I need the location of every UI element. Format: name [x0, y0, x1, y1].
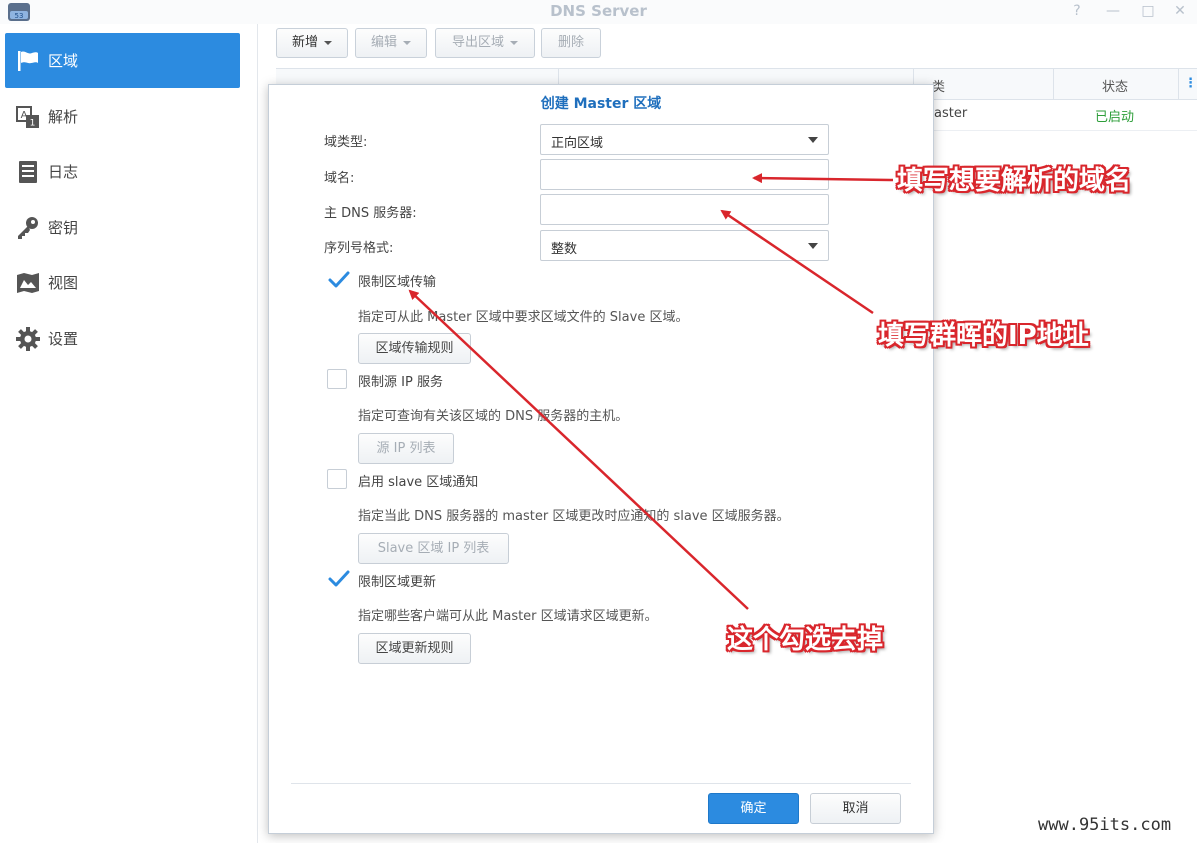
limit-update-label[interactable]: 限制区域更新 [358, 571, 436, 590]
delete-button[interactable]: 删除 [541, 28, 601, 58]
chevron-down-icon [510, 40, 518, 45]
sidebar-item-settings[interactable]: 设置 [5, 311, 240, 366]
sidebar-item-label: 视图 [48, 274, 79, 292]
domain-type-label: 域类型: [324, 135, 368, 150]
dialog-footer-divider [291, 783, 911, 784]
ok-button[interactable]: 确定 [708, 793, 799, 824]
limit-transfer-checkbox[interactable] [327, 270, 350, 290]
export-zone-button-label: 导出区域 [451, 35, 504, 50]
domain-name-input[interactable] [540, 159, 829, 190]
edit-button[interactable]: 编辑 [355, 28, 427, 58]
chevron-down-icon [324, 40, 332, 45]
map-icon [15, 270, 41, 296]
column-menu-icon[interactable]: ⋮ [1184, 76, 1197, 91]
transfer-rules-button[interactable]: 区域传输规则 [358, 333, 471, 364]
limit-source-ip-checkbox[interactable] [327, 369, 347, 389]
sidebar-item-label: 密钥 [48, 219, 79, 237]
add-button[interactable]: 新增 [276, 28, 348, 58]
sidebar-item-label: 区域 [48, 52, 79, 70]
minimize-icon[interactable]: — [1098, 0, 1128, 22]
zone-type-cell: aster [934, 106, 968, 121]
slave-notify-desc: 指定当此 DNS 服务器的 master 区域更改时应通知的 slave 区域服… [358, 509, 790, 524]
sidebar-item-label: 日志 [48, 163, 79, 181]
limit-source-ip-label[interactable]: 限制源 IP 服务 [358, 371, 443, 390]
annotation-domain-note: 填写想要解析的域名 [897, 166, 1132, 196]
column-separator [1178, 69, 1179, 100]
resolve-icon: A1 [15, 104, 41, 130]
domain-type-value: 正向区域 [551, 136, 604, 151]
column-separator [1053, 69, 1054, 100]
source-ip-list-button[interactable]: 源 IP 列表 [358, 433, 454, 464]
limit-source-ip-desc: 指定可查询有关该区域的 DNS 服务器的主机。 [358, 409, 629, 424]
maximize-icon[interactable]: □ [1133, 0, 1163, 22]
chevron-down-icon [808, 243, 818, 249]
annotation-ip-note: 填写群晖的IP地址 [878, 321, 1089, 351]
svg-text:1: 1 [30, 118, 36, 128]
sidebar-item-view[interactable]: 视图 [5, 255, 240, 310]
serial-format-select[interactable]: 整数 [540, 230, 829, 261]
create-master-zone-dialog: 创建 Master 区域 域类型: 正向区域 域名: 主 DNS 服务器: 序列… [268, 84, 934, 834]
add-button-label: 新增 [291, 35, 318, 50]
limit-update-checkbox[interactable] [327, 569, 350, 589]
title-bar: 53 DNS Server ? — □ ✕ [0, 0, 1197, 24]
update-rules-button[interactable]: 区域更新规则 [358, 633, 471, 664]
checkmark-icon [328, 570, 350, 587]
limit-transfer-label[interactable]: 限制区域传输 [358, 271, 436, 290]
sidebar-item-label: 解析 [48, 108, 79, 126]
annotation-uncheck-note: 这个勾选去掉 [727, 625, 884, 655]
sidebar-item-key[interactable]: 密钥 [5, 200, 240, 255]
chevron-down-icon [808, 137, 818, 143]
chevron-down-icon [403, 40, 411, 45]
serial-format-value: 整数 [551, 242, 578, 257]
export-zone-button[interactable]: 导出区域 [435, 28, 535, 58]
domain-name-label: 域名: [324, 171, 355, 186]
sidebar-item-resolve[interactable]: A1 解析 [5, 89, 240, 144]
slave-notify-label[interactable]: 启用 slave 区域通知 [358, 471, 478, 490]
close-icon[interactable]: ✕ [1165, 0, 1195, 22]
column-header-status[interactable]: 状态 [1102, 76, 1128, 95]
edit-button-label: 编辑 [370, 35, 397, 50]
slave-notify-checkbox[interactable] [327, 469, 347, 489]
sidebar: 区域 A1 解析 日志 密钥 视图 设置 [0, 24, 258, 843]
primary-dns-label: 主 DNS 服务器: [324, 206, 417, 221]
help-icon[interactable]: ? [1062, 0, 1092, 22]
cancel-button[interactable]: 取消 [810, 793, 901, 824]
table-row[interactable] [934, 130, 1197, 131]
flag-icon [15, 48, 41, 74]
limit-update-desc: 指定哪些客户端可从此 Master 区域请求区域更新。 [358, 609, 658, 624]
limit-transfer-desc: 指定可从此 Master 区域中要求区域文件的 Slave 区域。 [358, 310, 689, 325]
key-icon [15, 215, 41, 241]
serial-format-label: 序列号格式: [324, 241, 394, 256]
sidebar-item-label: 设置 [48, 330, 79, 348]
gear-icon [15, 326, 41, 352]
domain-type-select[interactable]: 正向区域 [540, 124, 829, 155]
dialog-title: 创建 Master 区域 [540, 96, 662, 112]
window-title: DNS Server [550, 2, 647, 20]
log-icon [15, 159, 41, 185]
checkmark-icon [328, 271, 350, 288]
delete-button-label: 删除 [557, 35, 584, 50]
sidebar-item-zone[interactable]: 区域 [5, 33, 240, 88]
slave-ip-list-button[interactable]: Slave 区域 IP 列表 [358, 533, 509, 564]
primary-dns-input[interactable] [540, 194, 829, 225]
sidebar-item-log[interactable]: 日志 [5, 144, 240, 199]
watermark: www.95its.com [1038, 815, 1172, 835]
zone-status-cell: 已启动 [1095, 110, 1135, 125]
